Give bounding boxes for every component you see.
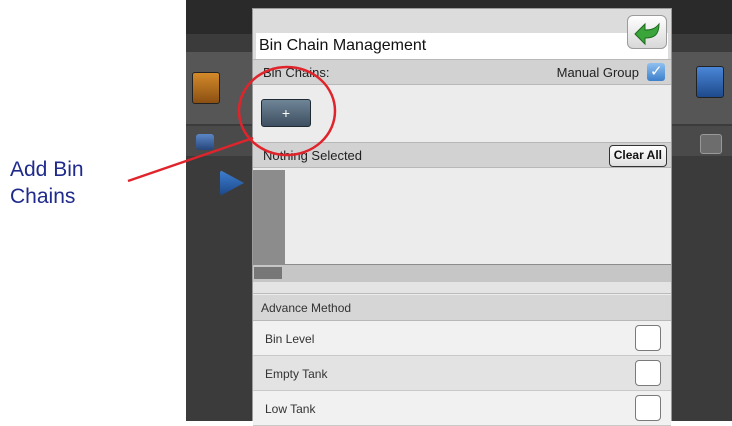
selection-label: Nothing Selected [263, 148, 363, 163]
background-edit-icon [700, 134, 722, 154]
manual-group-label: Manual Group [556, 65, 639, 80]
option-label: Empty Tank [265, 367, 328, 381]
horizontal-scrollbar[interactable] [253, 264, 671, 282]
option-checkbox[interactable] [635, 395, 661, 421]
option-label: Bin Level [265, 332, 315, 346]
option-checkbox[interactable] [635, 325, 661, 351]
selection-header: Nothing Selected Clear All [253, 142, 671, 168]
bin-chain-management-dialog: Bin Chain Management Bin Chains: Manual … [252, 8, 672, 426]
bin-chain-list[interactable] [253, 170, 671, 264]
advance-method-label: Advance Method [261, 301, 352, 315]
back-button[interactable] [627, 15, 667, 49]
add-bin-chain-button[interactable]: + [261, 99, 311, 127]
advance-method-header: Advance Method [253, 295, 671, 321]
advance-method-option[interactable]: Empty Tank [253, 356, 671, 391]
background-tool-icon [196, 134, 214, 150]
divider [253, 282, 671, 294]
bin-chains-header: Bin Chains: Manual Group [253, 59, 671, 85]
play-icon [220, 170, 244, 196]
scrollbar-thumb[interactable] [254, 267, 282, 279]
back-arrow-icon [634, 22, 660, 46]
bin-chains-label: Bin Chains: [263, 65, 330, 80]
list-gutter [253, 170, 285, 264]
advance-method-option[interactable]: Bin Level [253, 321, 671, 356]
clear-all-button[interactable]: Clear All [608, 145, 667, 167]
background-app-icon [192, 72, 220, 104]
option-checkbox[interactable] [635, 360, 661, 386]
callout-label: Add Bin Chains [10, 158, 84, 208]
dialog-title: Bin Chain Management [259, 37, 427, 54]
background-app-icon-right [696, 66, 724, 98]
bin-chains-area [253, 93, 671, 142]
option-label: Low Tank [265, 402, 316, 416]
manual-group-checkbox[interactable] [647, 62, 665, 81]
